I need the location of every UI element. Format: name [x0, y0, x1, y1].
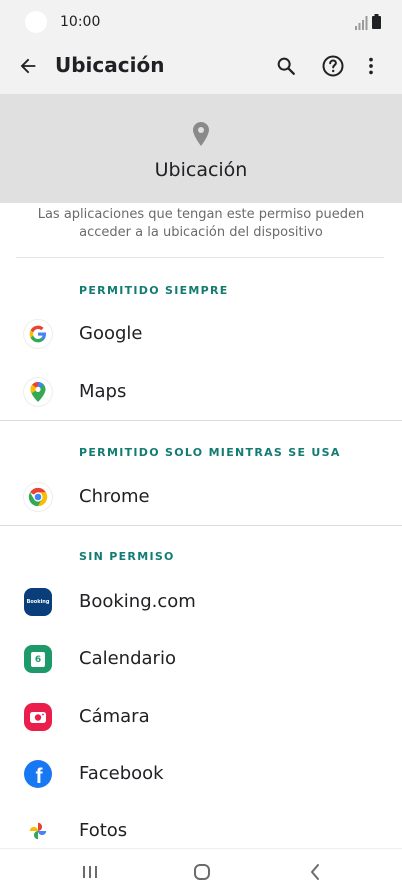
chevron-left-icon	[311, 864, 319, 880]
status-time: 10:00	[60, 14, 101, 30]
google-icon	[24, 320, 52, 348]
camera-icon	[24, 703, 52, 731]
description-text: Las aplicaciones que tengan este permiso…	[37, 207, 365, 240]
help-icon	[322, 55, 344, 77]
app-label: Fotos	[79, 820, 128, 841]
location-pin-icon	[193, 122, 209, 146]
recents-icon	[83, 866, 97, 878]
camera-cutout	[25, 11, 47, 33]
calendar-icon: 6	[24, 645, 52, 673]
maps-icon	[24, 378, 52, 406]
section-header-always: PERMITIDO SIEMPRE	[79, 284, 229, 297]
back-button[interactable]	[8, 46, 48, 86]
app-label: Cámara	[79, 706, 150, 727]
nav-back-button[interactable]	[300, 859, 330, 885]
app-row-camera[interactable]: Cámara	[0, 689, 402, 745]
app-row-google[interactable]: Google	[0, 306, 402, 362]
booking-icon: Booking	[24, 588, 52, 616]
app-bar: Ubicación	[0, 38, 402, 95]
home-button[interactable]	[187, 859, 217, 885]
battery-icon	[372, 14, 381, 29]
app-row-facebook[interactable]: f Facebook	[0, 746, 402, 802]
app-label: Maps	[79, 381, 127, 402]
app-label: Booking.com	[79, 591, 196, 612]
search-icon	[277, 57, 295, 75]
section-header-denied: SIN PERMISO	[79, 550, 175, 563]
home-icon	[194, 864, 210, 880]
header-banner: Ubicación	[0, 95, 402, 203]
status-bar: 10:00	[0, 0, 402, 40]
recents-button[interactable]	[75, 859, 105, 885]
more-options-button[interactable]	[351, 46, 391, 86]
arrow-back-icon	[20, 58, 36, 74]
app-label: Facebook	[79, 763, 164, 784]
page-title: Ubicación	[55, 53, 165, 77]
facebook-icon: f	[24, 760, 52, 788]
app-row-booking[interactable]: Booking Booking.com	[0, 574, 402, 630]
section-divider	[0, 420, 402, 421]
more-vert-icon	[369, 57, 373, 75]
chrome-icon	[24, 483, 52, 511]
app-label: Calendario	[79, 648, 176, 669]
header-title: Ubicación	[154, 159, 248, 181]
divider	[16, 257, 384, 258]
app-row-maps[interactable]: Maps	[0, 364, 402, 420]
app-label: Chrome	[79, 486, 150, 507]
app-label: Google	[79, 323, 143, 344]
section-divider	[0, 525, 402, 526]
signal-icon	[355, 16, 368, 30]
section-header-while-in-use: PERMITIDO SOLO MIENTRAS SE USA	[79, 446, 341, 459]
app-row-calendar[interactable]: 6 Calendario	[0, 631, 402, 687]
navigation-bar	[0, 848, 402, 894]
app-row-chrome[interactable]: Chrome	[0, 469, 402, 525]
photos-icon	[24, 817, 52, 845]
search-button[interactable]	[266, 46, 306, 86]
screen: 10:00 Ubicación Ubicación Las aplicacion…	[0, 0, 402, 894]
help-button[interactable]	[313, 46, 353, 86]
